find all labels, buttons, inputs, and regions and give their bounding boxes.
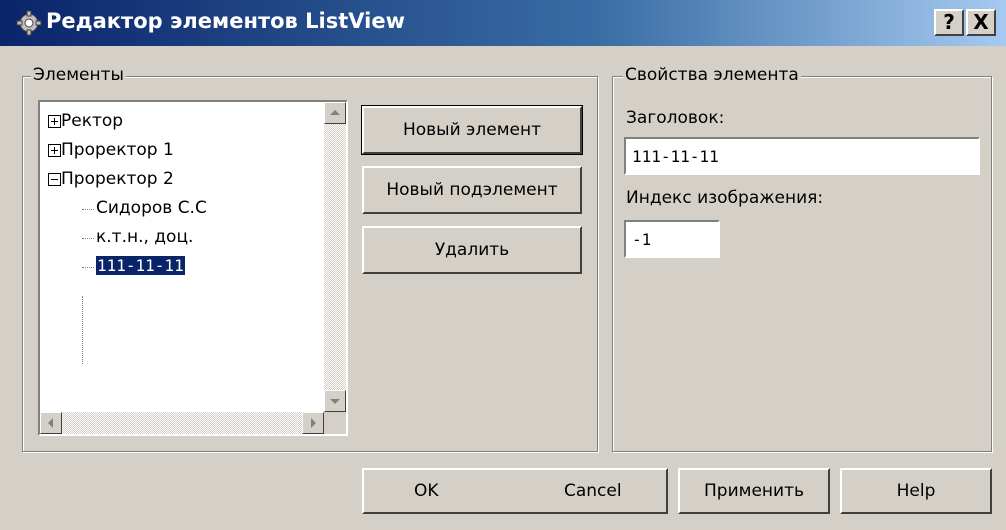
image-index-input[interactable] [624, 220, 720, 258]
new-item-button[interactable]: Новый элемент [361, 105, 583, 155]
scrollbar-corner [324, 412, 346, 434]
down-arrow-icon [330, 399, 340, 404]
properties-groupbox: Свойства элемента [612, 65, 992, 452]
right-arrow-icon [311, 418, 316, 428]
new-subitem-button[interactable]: Новый подэлемент [362, 166, 582, 214]
cancel-button[interactable]: Cancel [564, 470, 622, 512]
listview-items-editor-dialog: Редактор элементов ListView ? X Элементы… [0, 0, 1006, 530]
up-arrow-icon [330, 110, 340, 115]
tree-connector [82, 238, 94, 239]
tree-node-rector[interactable]: Ректор [48, 110, 123, 134]
tree-node-selected[interactable]: 111-11-11 [96, 255, 185, 279]
expand-icon[interactable] [48, 143, 61, 157]
image-index-label: Индекс изображения: [626, 188, 824, 208]
members-treeview[interactable]: Ректор Проректор 1 Проректор 2 Сидоров С… [38, 100, 348, 436]
title-bar[interactable]: Редактор элементов ListView ? X [0, 0, 1006, 46]
expand-icon[interactable] [48, 114, 61, 128]
scroll-down-button[interactable] [324, 390, 346, 412]
help-title-button[interactable]: ? [934, 9, 964, 36]
tree-connector [82, 267, 94, 268]
window-title: Редактор элементов ListView [46, 9, 405, 33]
collapse-icon[interactable] [48, 172, 61, 186]
caption-label: Заголовок: [626, 108, 725, 128]
horizontal-scrollbar[interactable] [40, 412, 324, 434]
properties-group-legend: Свойства элемента [623, 65, 801, 85]
tree-node-subitem[interactable]: к.т.н., доц. [96, 226, 193, 250]
scroll-left-button[interactable] [40, 412, 62, 434]
tree-node-prorector-2[interactable]: Проректор 2 [48, 168, 174, 192]
help-button[interactable]: Help [840, 468, 992, 514]
tree-node-subitem[interactable]: Сидоров С.С [96, 197, 207, 221]
members-group-legend: Элементы [31, 65, 126, 85]
tree-connector [82, 209, 94, 210]
vertical-scrollbar[interactable] [324, 102, 346, 412]
caption-input[interactable] [624, 137, 980, 175]
left-arrow-icon [48, 418, 53, 428]
delete-button[interactable]: Удалить [362, 226, 582, 274]
tree-node-prorector-1[interactable]: Проректор 1 [48, 139, 174, 163]
apply-button[interactable]: Применить [678, 468, 830, 514]
scroll-up-button[interactable] [324, 102, 346, 124]
tree-connector-vertical [82, 296, 83, 364]
ok-button[interactable]: OK [414, 470, 439, 512]
app-icon [16, 10, 42, 36]
scroll-right-button[interactable] [302, 412, 324, 434]
ok-cancel-row: OK Cancel [362, 468, 668, 514]
close-button[interactable]: X [966, 9, 996, 36]
